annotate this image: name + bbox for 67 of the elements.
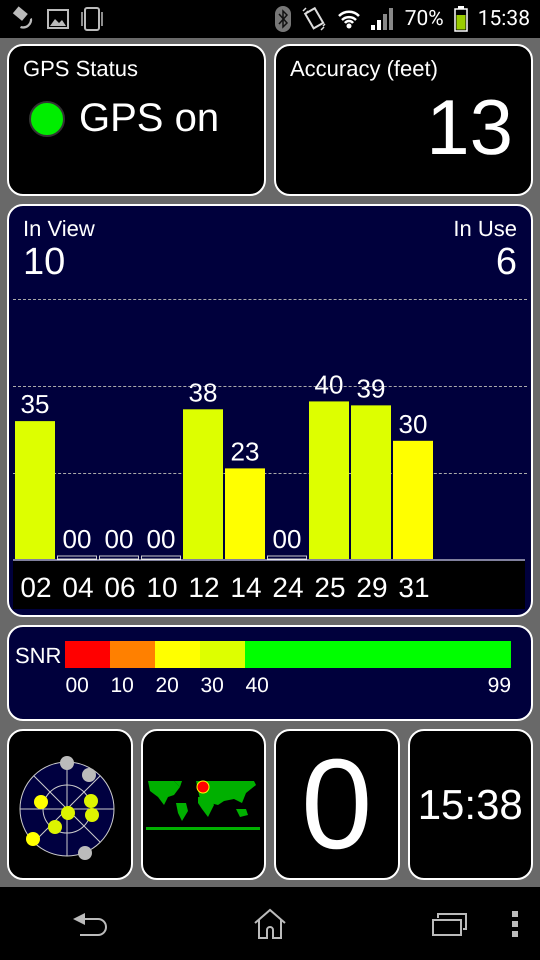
card-title: Accuracy (feet)	[289, 55, 439, 82]
card-title: GPS Status	[22, 55, 139, 82]
bar-value: 40	[314, 369, 344, 400]
satellite-id: 04	[62, 572, 94, 603]
satellite-id: 10	[146, 572, 178, 603]
satellite-id: 25	[314, 572, 346, 603]
satellite-dot	[60, 806, 75, 820]
back-icon[interactable]	[72, 912, 108, 936]
phone-icon	[80, 6, 104, 32]
satellite-id: 06	[104, 572, 136, 603]
signal-bar	[141, 556, 181, 560]
bar-value: 00	[272, 524, 302, 554]
snr-tick-label: 10	[110, 673, 135, 698]
bar-value: 38	[188, 377, 218, 408]
satellite-dot	[34, 794, 48, 808]
signal-icon	[370, 8, 395, 30]
status-time: 15:38	[478, 7, 530, 31]
satellite-dot	[60, 756, 74, 770]
bar-value: 00	[62, 524, 92, 554]
bar-value: 39	[356, 373, 386, 404]
bar-value: 00	[104, 524, 134, 554]
satellite-id: 14	[230, 572, 262, 603]
satellite-dot	[26, 832, 40, 846]
home-icon[interactable]	[252, 908, 287, 940]
menu-icon[interactable]	[512, 911, 518, 937]
bar-value: 23	[230, 436, 260, 466]
snr-label: SNR	[15, 642, 62, 670]
snr-tick-label: 99	[488, 673, 511, 698]
bluetooth-icon	[274, 6, 291, 32]
bar-value: 00	[146, 524, 176, 554]
snr-tick-label: 00	[65, 673, 90, 698]
in-use-count: 6	[496, 242, 517, 282]
in-view-count: 10	[23, 242, 66, 282]
bar-value: 35	[20, 389, 50, 420]
count-value: 0	[301, 740, 372, 868]
tile-card[interactable]: 0	[274, 729, 400, 880]
gps-status-text: GPS on	[79, 96, 220, 141]
in-view-label: In View	[23, 216, 95, 242]
satellite-dot	[84, 794, 98, 808]
recent-apps-icon[interactable]	[432, 912, 468, 936]
signal-bar	[267, 556, 307, 560]
satellite-id: 24	[272, 572, 304, 603]
snr-tick-label: 20	[155, 673, 180, 698]
signal-bar	[57, 556, 97, 560]
satellite-id: 12	[188, 572, 220, 603]
satellite-dot	[48, 820, 62, 834]
image-icon	[46, 7, 70, 31]
clock-time: 15:38	[418, 780, 523, 828]
in-use-label: In Use	[453, 216, 517, 242]
accuracy-value: 13	[425, 88, 514, 166]
tile-card[interactable]	[7, 729, 132, 880]
signal-bar	[99, 556, 139, 560]
bar-value: 30	[398, 408, 428, 439]
satellite-id: 31	[398, 572, 430, 603]
satellite-dot	[84, 808, 99, 822]
snr-tick-label: 40	[245, 673, 269, 698]
phone-vibrate-icon	[300, 6, 327, 32]
satellite-dot	[82, 768, 96, 782]
tile-card[interactable]	[140, 729, 266, 880]
satellite-id: 02	[20, 572, 52, 603]
battery-percent: 70%	[404, 7, 444, 31]
snr-tick-label: 30	[200, 673, 225, 698]
satellite-dot	[78, 846, 92, 860]
tile-card[interactable]: 15:38	[408, 729, 533, 880]
wifi-icon	[336, 8, 361, 30]
battery-icon	[454, 6, 468, 32]
satellite-id: 29	[356, 572, 388, 603]
